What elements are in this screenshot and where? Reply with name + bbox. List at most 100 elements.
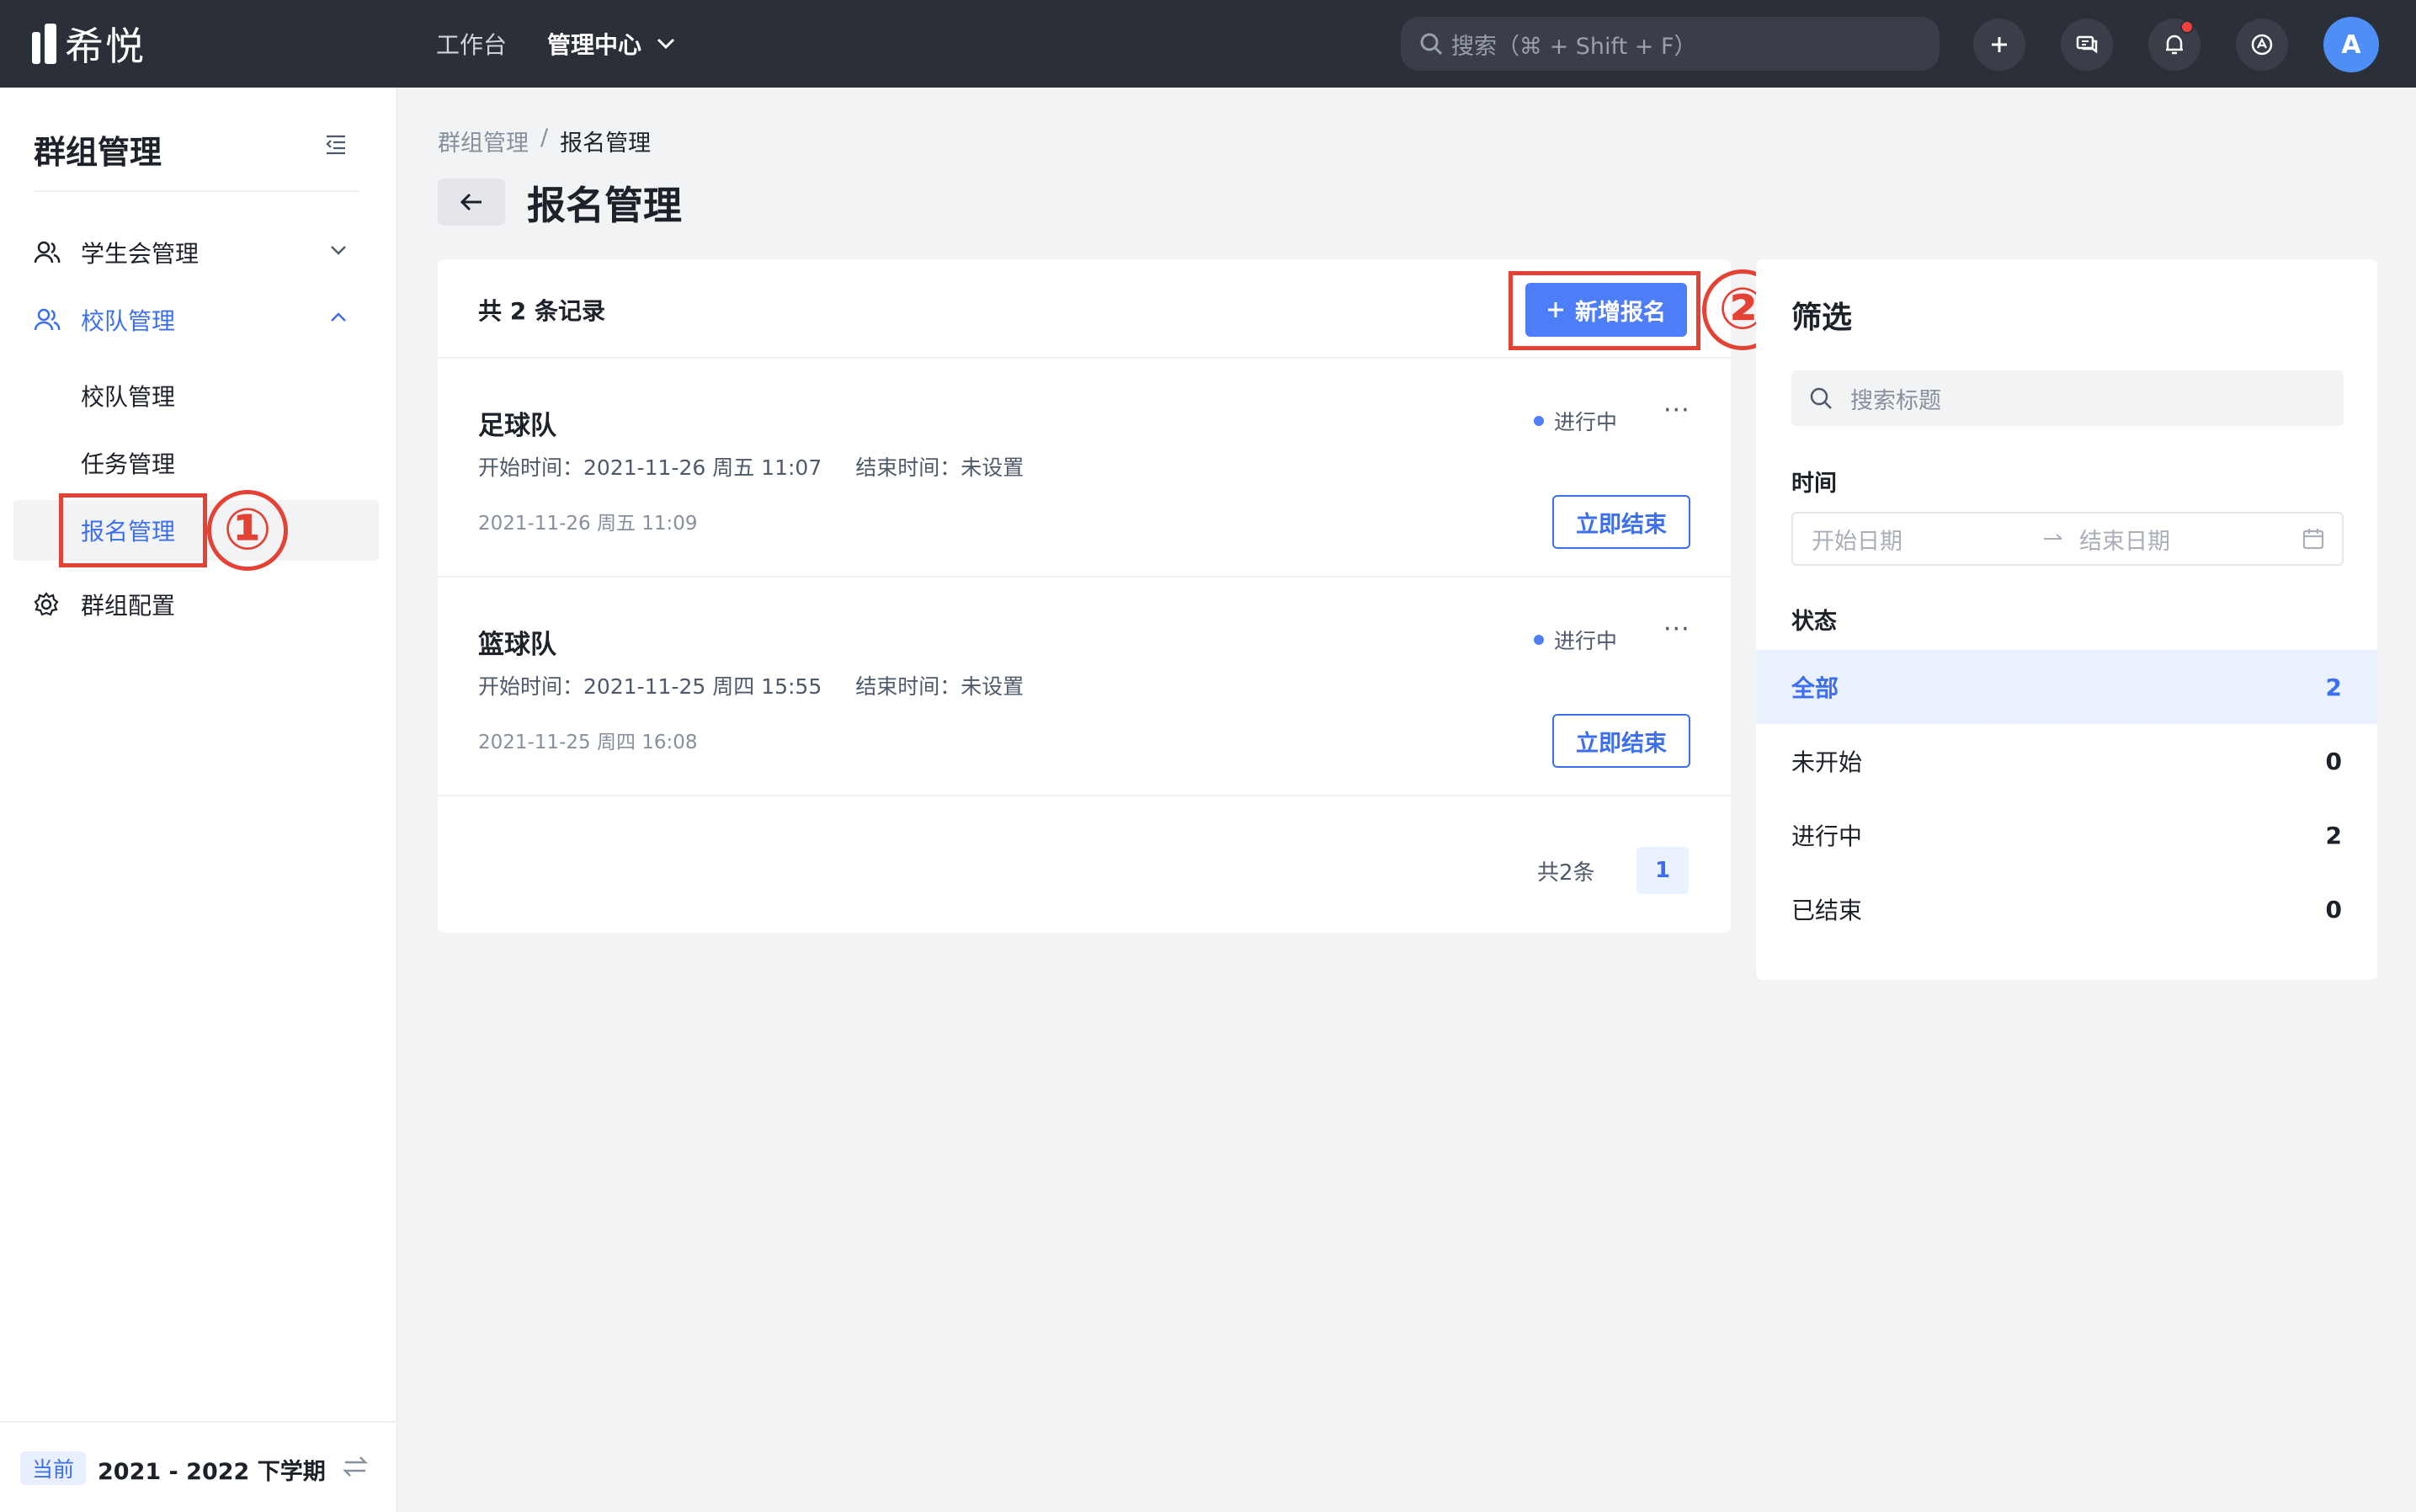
more-options-button[interactable]: ··· <box>1663 396 1690 425</box>
sidebar-item-label: 学生会管理 <box>81 240 200 268</box>
filter-panel: 筛选 搜索标题 时间 开始日期 结束日期 状态 全部 2 未开始 0 进行中 2… <box>1756 259 2377 980</box>
sidebar-item-label: 校队管理 <box>81 307 176 335</box>
switch-term-button[interactable] <box>342 1455 369 1482</box>
sidebar-item-school-team[interactable]: 校队管理 <box>34 303 175 337</box>
arrow-left-icon <box>460 193 482 211</box>
record-start-time: 开始时间：2021-11-25 周四 15:55 <box>478 674 822 699</box>
record-title[interactable]: 足球队 <box>478 404 556 442</box>
record-start-time: 开始时间：2021-11-26 周五 11:07 <box>478 455 822 480</box>
status-filter-label: 未开始 <box>1791 748 1863 776</box>
status-filter-ended[interactable]: 已结束 0 <box>1756 872 2377 946</box>
record-time-info: 开始时间：2021-11-25 周四 15:55 结束时间：未设置 <box>478 670 1024 700</box>
pagination-page-1[interactable]: 1 <box>1636 847 1689 894</box>
status-label: 进行中 <box>1554 410 1618 434</box>
sidebar-subitem-task-manage[interactable]: 任务管理 <box>81 446 175 480</box>
status-label: 进行中 <box>1554 629 1618 653</box>
breadcrumb-current: 报名管理 <box>560 130 652 157</box>
global-search-input[interactable]: 搜索（⌘ + Shift + F） <box>1401 17 1940 71</box>
create-button[interactable] <box>1973 19 2025 71</box>
breadcrumb-group-manage[interactable]: 群组管理 <box>438 125 529 157</box>
record-time-info: 开始时间：2021-11-26 周五 11:07 结束时间：未设置 <box>478 451 1024 482</box>
bell-icon <box>2166 35 2183 55</box>
logo-mark-icon <box>32 24 56 64</box>
breadcrumb-separator: / <box>540 125 549 151</box>
status-badge: 进行中 <box>1534 625 1617 655</box>
message-icon <box>2076 35 2098 54</box>
help-button[interactable] <box>2236 19 2288 71</box>
date-range-picker[interactable]: 开始日期 结束日期 <box>1791 512 2344 566</box>
end-now-button[interactable]: 立即结束 <box>1552 495 1690 549</box>
help-icon <box>2251 34 2273 56</box>
date-start-placeholder: 开始日期 <box>1812 528 1902 555</box>
search-icon <box>1810 387 1832 409</box>
chevron-down-icon[interactable] <box>330 244 347 256</box>
title-search-input[interactable]: 搜索标题 <box>1791 370 2344 426</box>
pagination-total: 共2条 <box>1537 860 1595 886</box>
swap-icon <box>343 1456 368 1477</box>
messages-button[interactable] <box>2061 19 2113 71</box>
collapse-icon <box>326 135 345 155</box>
status-filter-count: 0 <box>2325 747 2342 775</box>
status-dot <box>1534 416 1544 426</box>
status-label: 状态 <box>1791 609 1837 635</box>
more-options-button[interactable]: ··· <box>1663 615 1690 644</box>
notifications-button[interactable] <box>2148 19 2200 71</box>
status-filter-not-started[interactable]: 未开始 0 <box>1756 724 2377 798</box>
top-bar: 希悦 工作台 管理中心 搜索（⌘ + Shift + F） A <box>0 0 2416 88</box>
sidebar-subitem-team-manage[interactable]: 校队管理 <box>81 379 175 413</box>
gear-icon <box>34 592 59 616</box>
calendar-icon <box>2302 529 2324 550</box>
signup-list-card: 共 2 条记录 新增报名 ② 足球队 进行中 ··· 开始时间：2021-11-… <box>438 259 1783 933</box>
app-logo[interactable]: 希悦 <box>32 19 146 69</box>
record-title[interactable]: 篮球队 <box>478 623 556 661</box>
current-term-badge: 当前 <box>20 1451 87 1485</box>
status-badge: 进行中 <box>1534 406 1617 436</box>
record-end-time: 结束时间：未设置 <box>855 455 1024 480</box>
status-filter-count: 2 <box>2325 821 2342 849</box>
global-search-placeholder: 搜索（⌘ + Shift + F） <box>1451 33 1697 60</box>
annotation-step-1: ① <box>207 490 288 571</box>
chevron-down-icon <box>657 38 675 50</box>
arrow-right-icon <box>2044 534 2062 540</box>
chevron-up-icon[interactable] <box>330 311 347 323</box>
collapse-sidebar-button[interactable] <box>323 133 349 158</box>
record-created-time: 2021-11-26 周五 11:09 <box>478 513 698 535</box>
annotation-box-1 <box>59 493 207 567</box>
status-filter-in-progress[interactable]: 进行中 2 <box>1756 798 2377 872</box>
record-count: 共 2 条记录 <box>478 297 605 325</box>
sidebar-item-student-union[interactable]: 学生会管理 <box>34 236 199 269</box>
breadcrumb: 群组管理 / 报名管理 <box>438 125 651 157</box>
current-term-label: 2021 - 2022 下学期 <box>98 1459 326 1485</box>
status-filter-all[interactable]: 全部 2 <box>1756 650 2377 724</box>
status-filter-label: 已结束 <box>1791 897 1863 924</box>
nav-admin-center-label: 管理中心 <box>547 31 642 59</box>
end-now-button[interactable]: 立即结束 <box>1552 714 1690 768</box>
list-divider <box>438 795 1731 796</box>
nav-admin-center[interactable]: 管理中心 <box>547 27 675 61</box>
users-icon <box>34 308 61 331</box>
status-filter-count: 2 <box>2325 673 2342 701</box>
user-avatar[interactable]: A <box>2323 17 2379 72</box>
sidebar: 群组管理 学生会管理 校队管理 校队管理 任务管理 报名管理 ① 群组配置 当前… <box>0 88 397 1512</box>
notification-dot <box>2180 20 2194 34</box>
list-divider <box>438 357 1731 359</box>
status-filter-count: 0 <box>2325 895 2342 924</box>
record-end-time: 结束时间：未设置 <box>855 674 1024 699</box>
back-button[interactable] <box>438 178 505 226</box>
status-filter-label: 进行中 <box>1791 823 1863 850</box>
page-title: 报名管理 <box>527 183 682 228</box>
sidebar-title: 群组管理 <box>34 134 162 171</box>
nav-workbench[interactable]: 工作台 <box>436 27 507 61</box>
sidebar-divider <box>34 190 359 192</box>
sidebar-footer-divider <box>0 1421 397 1423</box>
users-icon <box>34 241 61 264</box>
sidebar-item-label: 群组配置 <box>81 592 176 620</box>
sidebar-item-group-config[interactable]: 群组配置 <box>34 588 175 621</box>
plus-icon <box>1992 37 2007 52</box>
filter-title: 筛选 <box>1791 301 1853 335</box>
list-divider <box>438 576 1731 578</box>
status-dot <box>1534 635 1544 645</box>
title-search-placeholder: 搜索标题 <box>1850 387 1941 414</box>
top-nav: 工作台 管理中心 <box>436 0 675 88</box>
search-icon <box>1420 33 1443 56</box>
